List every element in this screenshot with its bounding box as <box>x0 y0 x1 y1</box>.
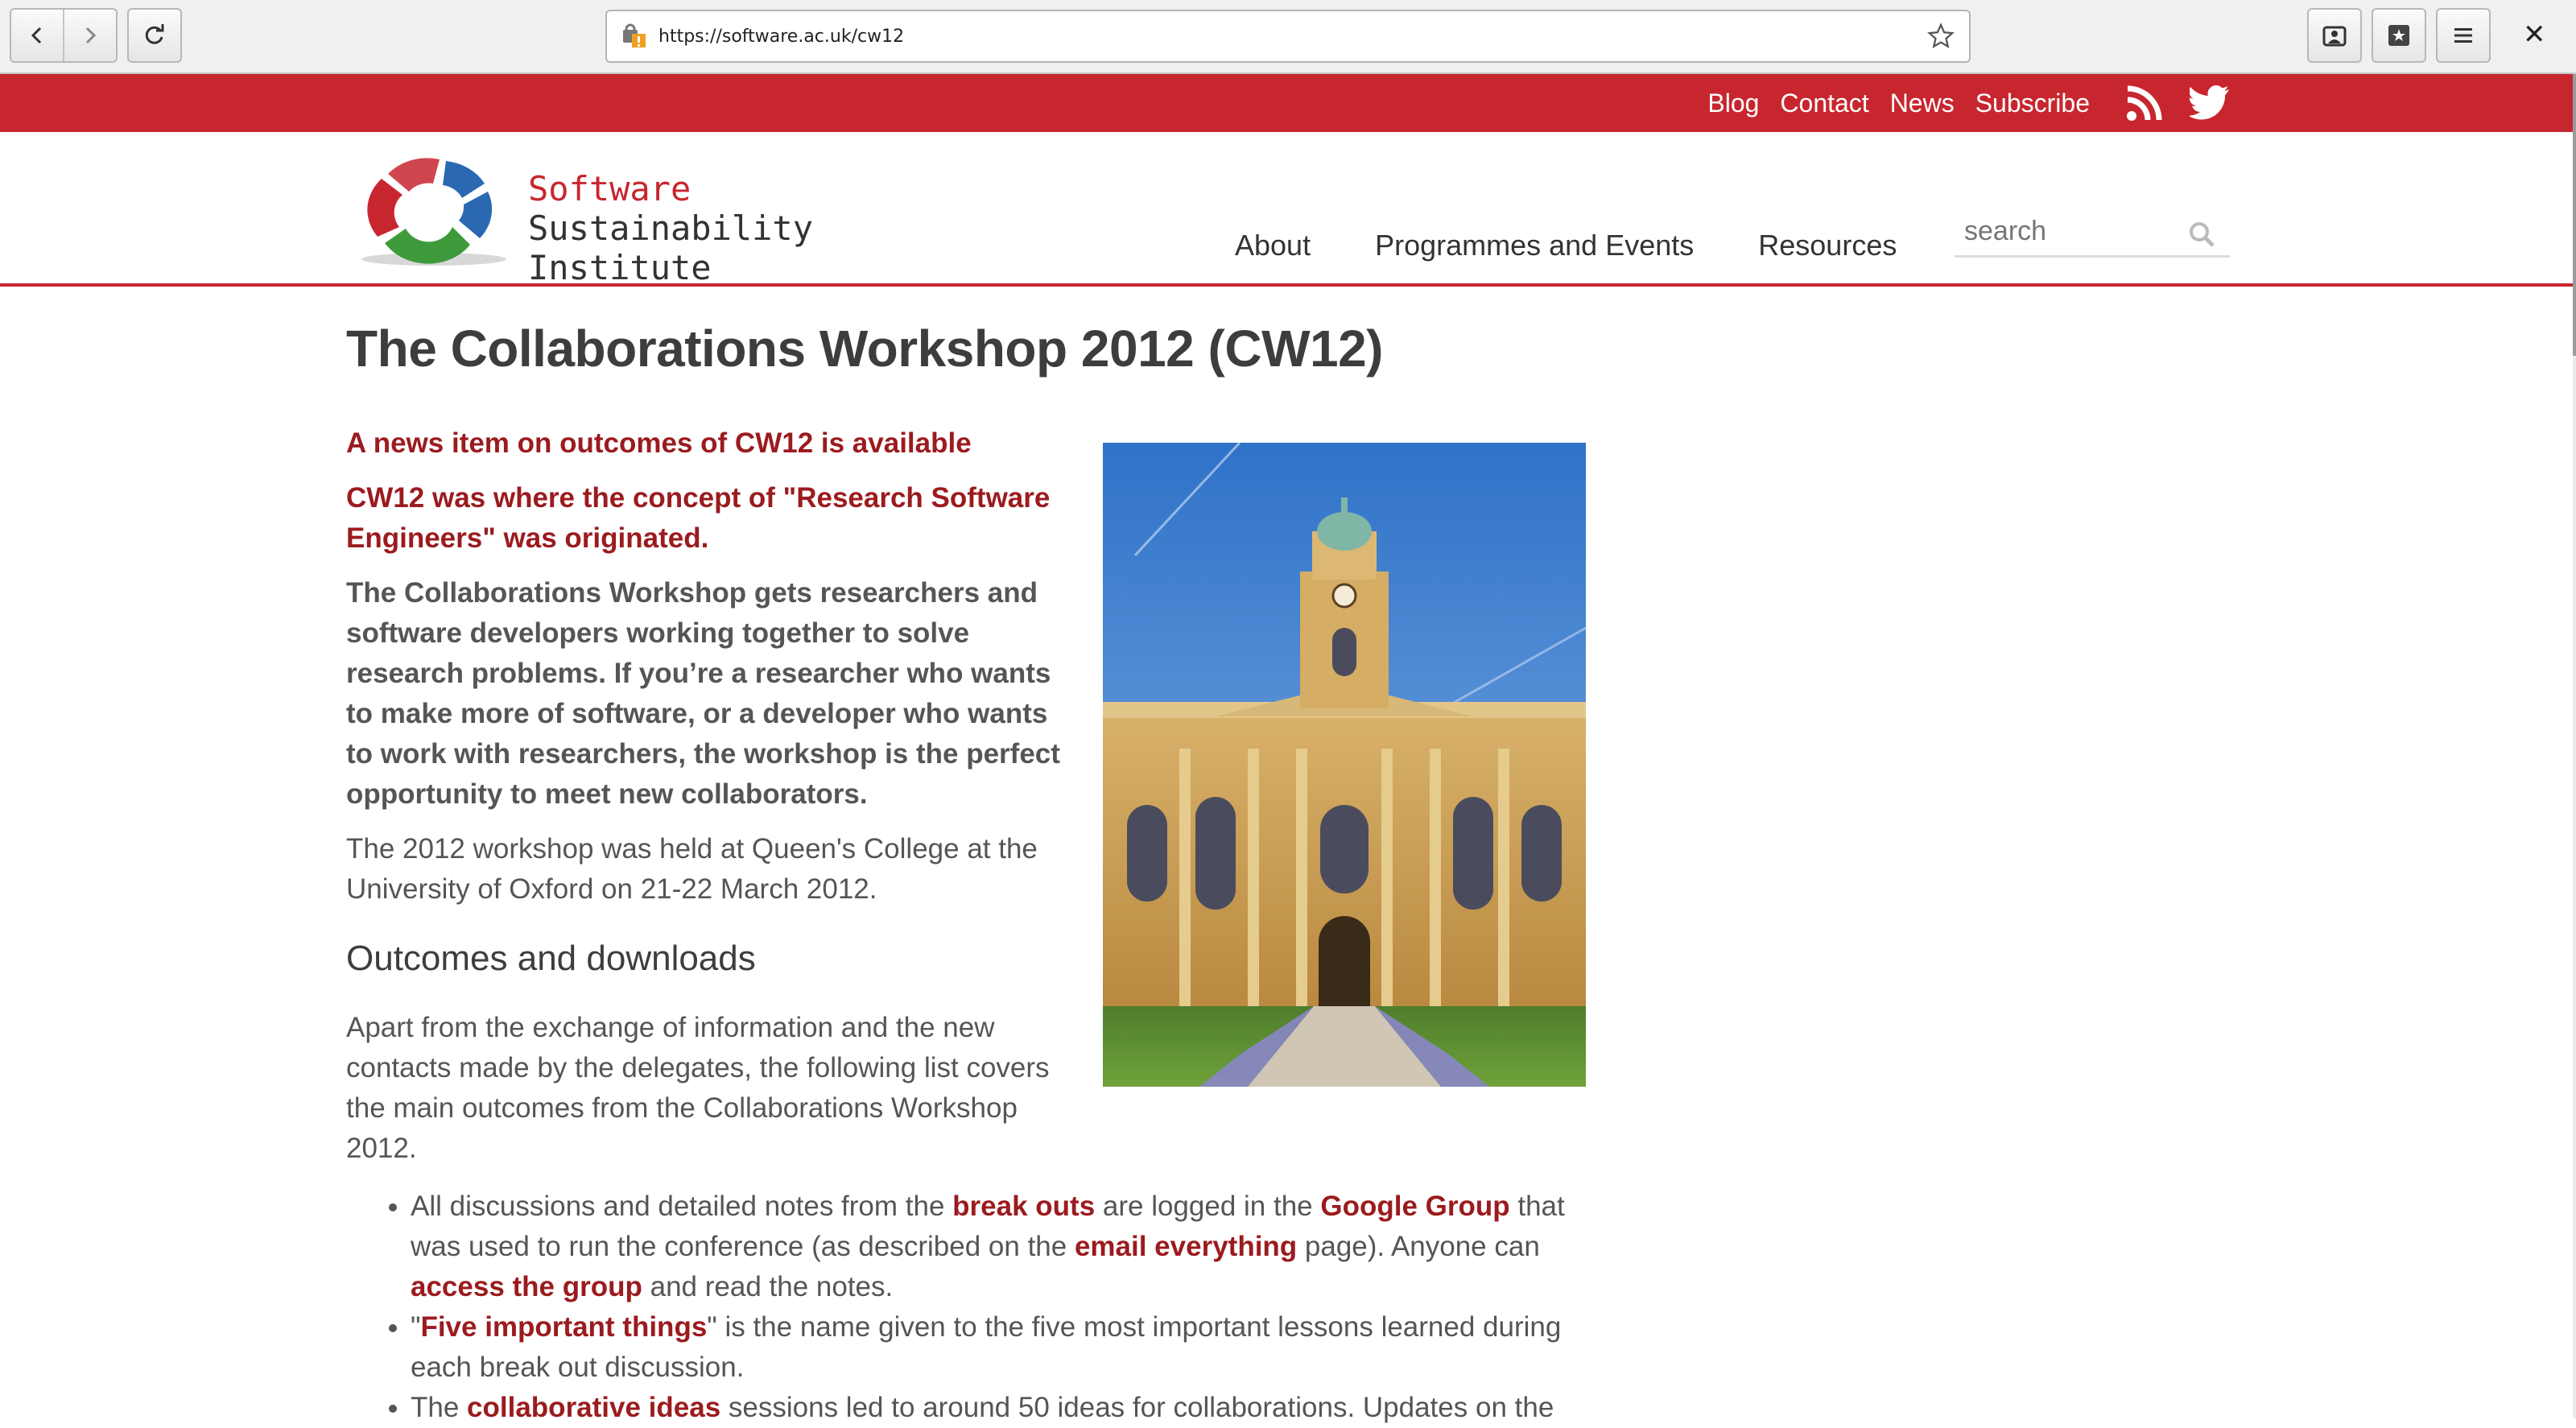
logo-line-1: Software <box>528 169 691 208</box>
social-links <box>2125 85 2230 122</box>
news-item-link[interactable]: A news item on outcomes of CW12 is avail… <box>346 423 1071 464</box>
logo-line-3: Institute <box>528 248 712 287</box>
search-icon[interactable] <box>2188 221 2215 252</box>
rse-note: CW12 was where the concept of "Research … <box>346 482 1051 554</box>
back-button[interactable] <box>11 10 64 61</box>
logo-text: Software Sustainability Institute <box>528 169 813 287</box>
forward-button[interactable] <box>64 10 116 61</box>
utility-bar: Blog Contact News Subscribe <box>0 74 2573 132</box>
reload-button[interactable] <box>127 8 182 63</box>
user-button[interactable] <box>2307 8 2362 63</box>
five-important-things-link[interactable]: Five important things <box>420 1311 707 1343</box>
google-group-link[interactable]: Google Group <box>1320 1191 1509 1222</box>
contact-link[interactable]: Contact <box>1780 89 1868 118</box>
access-the-group-link[interactable]: access the group <box>411 1271 642 1302</box>
bullet-text: " <box>411 1311 421 1343</box>
browser-toolbar: https://software.ac.uk/cw12 ✕ <box>0 0 2576 74</box>
site-header: Software Sustainability Institute About … <box>0 132 2573 287</box>
outcomes-intro: Apart from the exchange of information a… <box>346 1012 1050 1164</box>
bookmark-star-icon[interactable] <box>1927 23 1955 54</box>
search-input[interactable] <box>1955 211 2191 252</box>
url-text: https://software.ac.uk/cw12 <box>658 26 905 47</box>
site-info-icon[interactable] <box>621 23 647 49</box>
list-item: "Five important things" is the name give… <box>411 1307 1602 1388</box>
email-everything-link[interactable]: email everything <box>1075 1231 1297 1262</box>
collaborative-ideas-link[interactable]: collaborative ideas <box>467 1392 720 1423</box>
blog-link[interactable]: Blog <box>1707 89 1759 118</box>
list-item: The collaborative ideas sessions led to … <box>411 1388 1602 1428</box>
back-icon <box>31 27 42 44</box>
logo-line-2: Sustainability <box>528 208 814 248</box>
bullet-text: and read the notes. <box>642 1271 894 1302</box>
bookmarks-button[interactable] <box>2372 8 2426 63</box>
subscribe-link[interactable]: Subscribe <box>1975 89 2090 118</box>
bullet-text: The <box>411 1392 468 1423</box>
nav-about[interactable]: About <box>1235 229 1311 262</box>
news-link[interactable]: News <box>1890 89 1955 118</box>
menu-button[interactable] <box>2436 8 2491 63</box>
intro-paragraph: The Collaborations Workshop gets researc… <box>346 577 1060 810</box>
twitter-icon[interactable] <box>2190 85 2230 121</box>
page-scrollbar-thumb[interactable] <box>2573 74 2576 356</box>
queens-college-photo <box>1103 443 1586 1087</box>
bullet-text: All discussions and detailed notes from … <box>411 1191 953 1222</box>
nav-resources[interactable]: Resources <box>1758 229 1897 262</box>
site-logo[interactable]: Software Sustainability Institute <box>349 148 813 287</box>
intro-column: A news item on outcomes of CW12 is avail… <box>346 423 1071 1169</box>
page-title: The Collaborations Workshop 2012 (CW12) <box>346 320 1383 378</box>
history-buttons <box>10 8 118 63</box>
close-icon[interactable]: ✕ <box>2523 14 2546 55</box>
nav-programmes-and-events[interactable]: Programmes and Events <box>1375 229 1694 262</box>
reload-icon <box>145 24 164 44</box>
break-outs-link[interactable]: break outs <box>952 1191 1095 1222</box>
outcomes-heading: Outcomes and downloads <box>346 939 756 978</box>
menu-icon <box>2454 28 2472 43</box>
bullet-text: page). Anyone can <box>1297 1231 1540 1262</box>
utility-links: Blog Contact News Subscribe <box>1686 74 2090 132</box>
logo-mark <box>361 158 506 266</box>
user-icon <box>2322 26 2347 47</box>
address-bar[interactable]: https://software.ac.uk/cw12 <box>605 10 1971 63</box>
search-box <box>1955 211 2230 258</box>
outcomes-list: All discussions and detailed notes from … <box>346 1187 1602 1428</box>
venue-paragraph: The 2012 workshop was held at Queen's Co… <box>346 833 1038 905</box>
forward-icon <box>85 27 97 44</box>
bullet-text: sessions led to around 50 ideas for coll… <box>720 1392 1554 1423</box>
bookmarks-icon <box>2388 25 2409 46</box>
rss-icon[interactable] <box>2125 85 2162 122</box>
list-item: All discussions and detailed notes from … <box>411 1187 1602 1307</box>
main-nav: About Programmes and Events Resources <box>1235 229 1961 262</box>
bullet-text: are logged in the <box>1095 1191 1321 1222</box>
